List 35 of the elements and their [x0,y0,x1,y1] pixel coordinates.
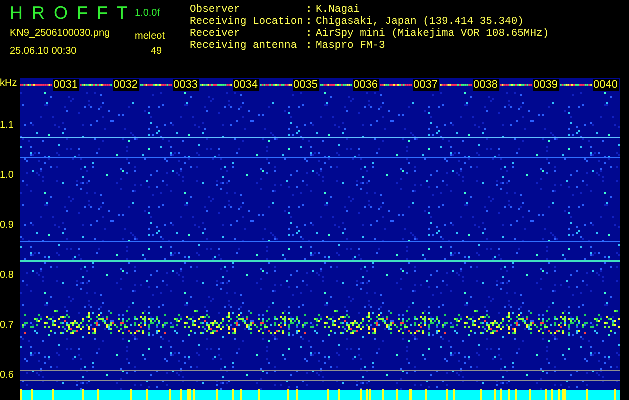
colon-separator: : [306,16,314,28]
time-label: 0032 [112,79,139,91]
info-label: Receiving antenna [190,40,298,52]
frequency-label: 1.1 [0,120,14,130]
timestamp: 25.06.10 00:30 [10,46,78,56]
count-value: 49 [150,46,164,56]
time-label: 0037 [412,79,439,91]
info-label: Receiving Location [190,16,304,28]
colon-separator: : [306,4,314,16]
frequency-label: 0.9 [0,220,14,230]
colon-separator: : [306,28,314,40]
app-title: H R O F F T [10,2,125,24]
colon-separator: : [306,40,314,52]
axis-unit: kHz [0,78,18,91]
time-label: 0033 [172,79,199,91]
info-label: Receiver [190,28,242,40]
info-label: Observer [190,4,242,16]
time-label: 0035 [292,79,319,91]
frequency-label: 1.0 [0,170,14,180]
info-value: AirSpy mini (Miakejima VOR 108.65MHz) [316,28,550,40]
time-label: 0040 [592,79,619,91]
time-label: 0034 [232,79,259,91]
time-label: 0031 [52,79,79,91]
frequency-label: 0.8 [0,270,14,280]
info-value: Maspro FM-3 [316,40,386,52]
info-value: K.Nagai [316,4,362,16]
frequency-label: 0.6 [0,370,14,380]
file-name: KN9_2506100030.png [10,28,112,38]
time-label: 0036 [352,79,379,91]
version-label: 1.0.0f [134,8,162,18]
info-value: Chigasaki, Japan (139.414 35.340) [316,16,525,28]
time-label: 0039 [532,79,559,91]
frequency-label: 0.7 [0,320,14,330]
category-label: meleot [134,31,166,42]
time-label: 0038 [472,79,499,91]
